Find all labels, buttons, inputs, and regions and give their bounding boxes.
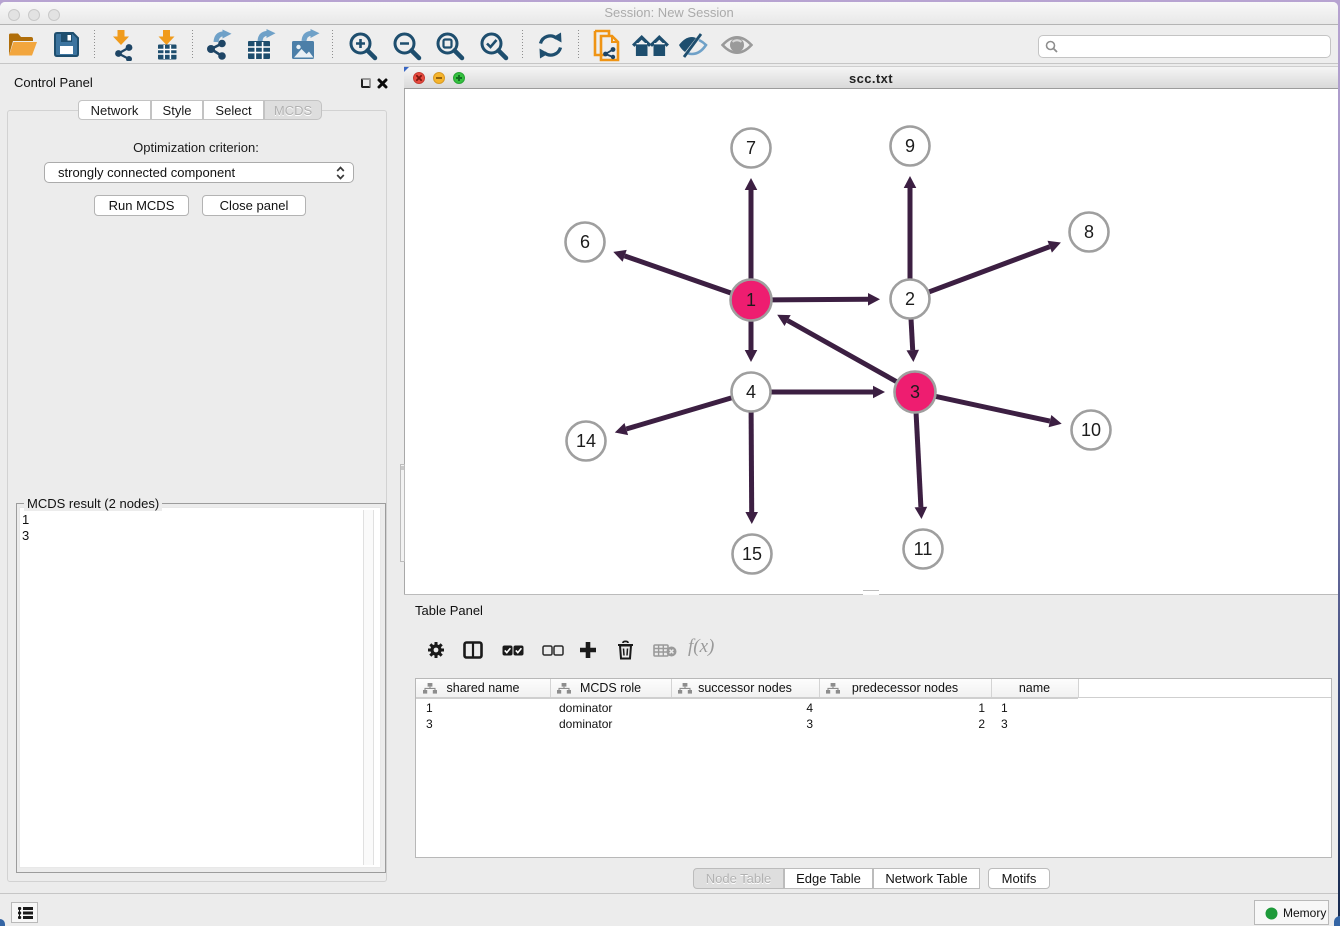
svg-text:2: 2 <box>905 289 915 309</box>
svg-text:4: 4 <box>746 382 756 402</box>
svg-text:10: 10 <box>1081 420 1101 440</box>
svg-text:11: 11 <box>914 539 933 559</box>
svg-text:15: 15 <box>742 544 762 564</box>
svg-text:1: 1 <box>746 290 756 310</box>
svg-text:8: 8 <box>1084 222 1094 242</box>
svg-text:6: 6 <box>580 232 590 252</box>
svg-text:14: 14 <box>576 431 596 451</box>
svg-text:7: 7 <box>746 138 756 158</box>
svg-text:9: 9 <box>905 136 915 156</box>
svg-text:3: 3 <box>910 382 920 402</box>
